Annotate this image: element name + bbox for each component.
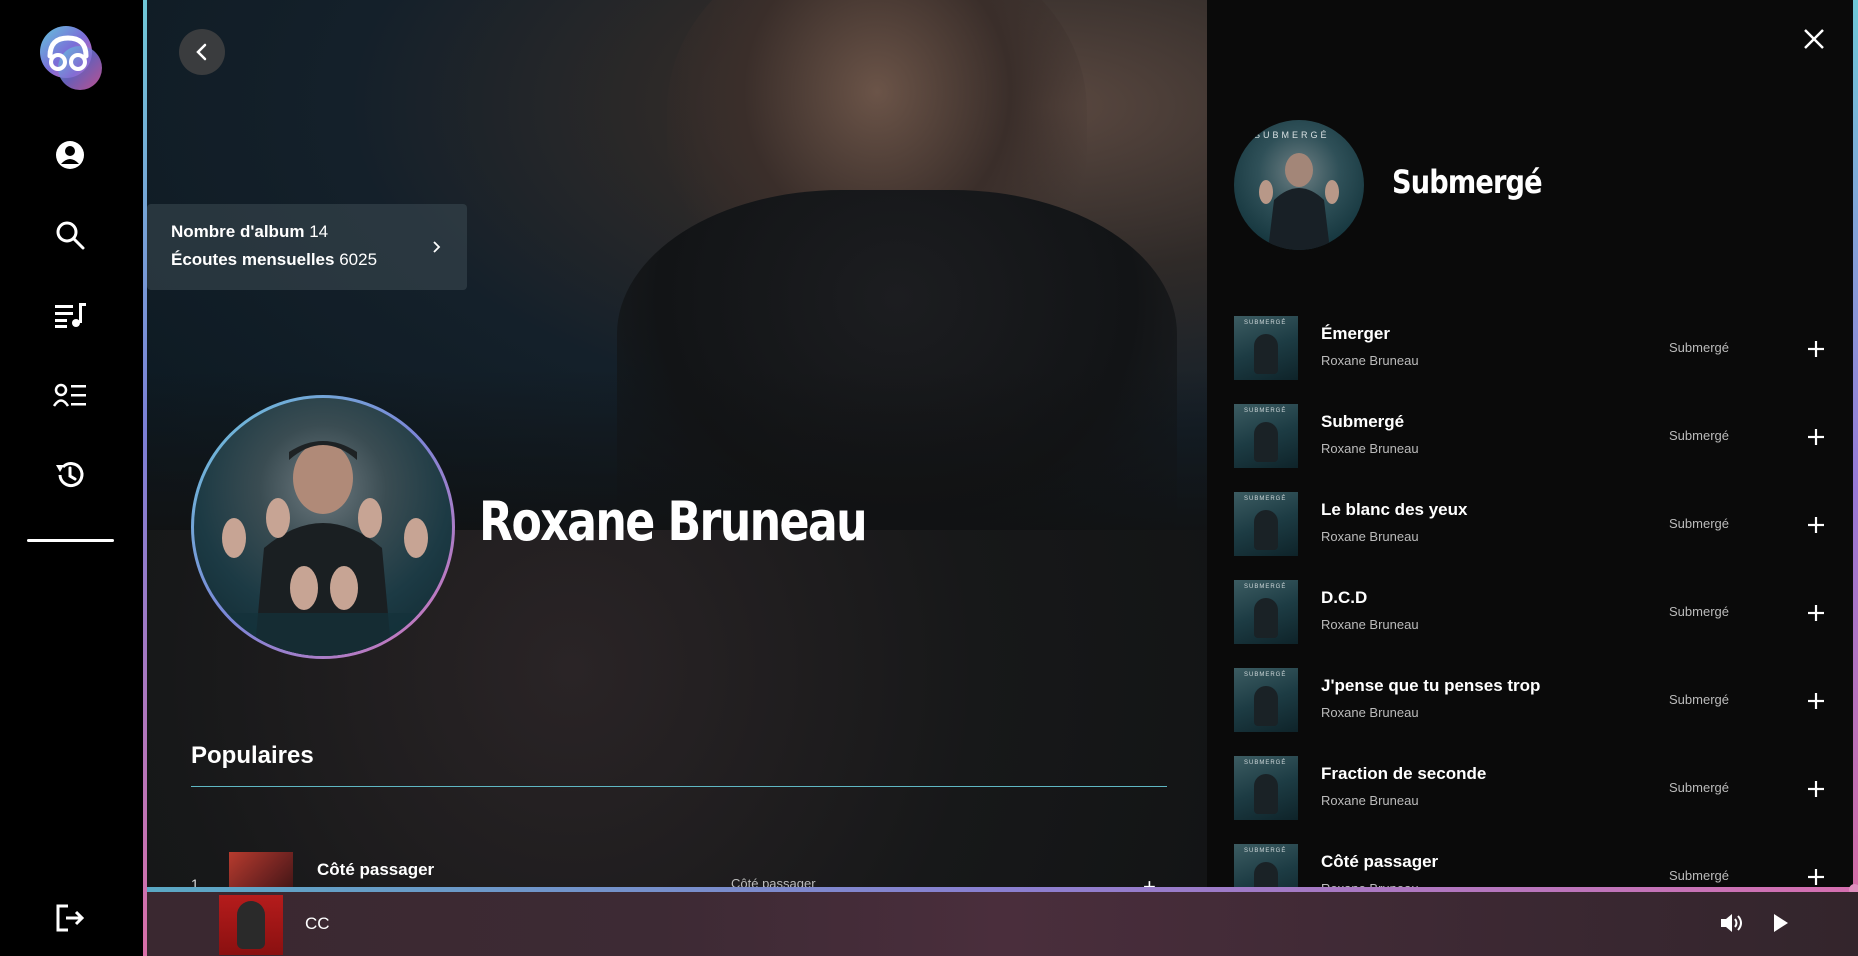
history-icon[interactable] <box>52 457 88 493</box>
track-artist[interactable]: Roxane Bruneau <box>1321 705 1419 720</box>
track-title[interactable]: J'pense que tu penses trop <box>1321 676 1540 696</box>
profile-icon[interactable] <box>52 137 88 173</box>
panel-scrollbar[interactable] <box>1853 0 1858 892</box>
volume-icon[interactable] <box>1718 910 1744 936</box>
track-album[interactable]: Submergé <box>1669 428 1729 443</box>
track-artist[interactable]: Roxane Bruneau <box>1321 353 1419 368</box>
track-artist[interactable]: Roxane Bruneau <box>1321 441 1419 456</box>
album-track-row[interactable]: SUBMERGÉ Émerger Roxane Bruneau Submergé <box>1234 316 1834 382</box>
plus-icon[interactable] <box>1805 426 1827 448</box>
track-cover-text: SUBMERGÉ <box>1244 760 1287 766</box>
track-title[interactable]: Émerger <box>1321 324 1390 344</box>
plus-icon[interactable] <box>1805 866 1827 888</box>
track-album[interactable]: Submergé <box>1669 604 1729 619</box>
track-cover-text: SUBMERGÉ <box>1244 320 1287 326</box>
track-album[interactable]: Submergé <box>1669 868 1729 883</box>
popular-track-row[interactable]: 1 Côté passager Côté passager + <box>191 852 1167 892</box>
plus-icon[interactable] <box>1805 690 1827 712</box>
artist-view: Nombre d'album 14 Écoutes mensuelles 602… <box>147 0 1207 892</box>
section-divider <box>191 786 1167 787</box>
album-panel: SUBMERGÉ Submergé SUBMERGÉ Émerger Roxane … <box>1207 0 1858 892</box>
track-title[interactable]: D.C.D <box>1321 588 1367 608</box>
track-cover: SUBMERGÉ <box>1234 492 1298 556</box>
sidebar-divider <box>27 539 114 542</box>
play-icon[interactable] <box>1767 910 1793 936</box>
track-cover <box>229 852 293 892</box>
album-track-row[interactable]: SUBMERGÉ Submergé Roxane Bruneau Submergé <box>1234 404 1834 470</box>
album-track-row[interactable]: SUBMERGÉ Le blanc des yeux Roxane Bruneau S… <box>1234 492 1834 558</box>
album-cover: SUBMERGÉ <box>1234 120 1364 250</box>
album-track-row[interactable]: SUBMERGÉ D.C.D Roxane Bruneau Submergé <box>1234 580 1834 646</box>
albums-count: Nombre d'album 14 <box>171 222 328 242</box>
track-album[interactable]: Submergé <box>1669 516 1729 531</box>
track-album[interactable]: Submergé <box>1669 780 1729 795</box>
album-title: Submergé <box>1392 163 1543 201</box>
track-title[interactable]: Côté passager <box>1321 852 1438 872</box>
close-icon[interactable] <box>1799 24 1829 54</box>
logout-icon[interactable] <box>52 900 88 936</box>
track-cover: SUBMERGÉ <box>1234 756 1298 820</box>
app-window: Nombre d'album 14 Écoutes mensuelles 602… <box>0 0 1858 956</box>
app-logo[interactable] <box>36 22 104 94</box>
artist-name: Roxane Bruneau <box>479 490 868 553</box>
back-button[interactable] <box>179 29 225 75</box>
track-cover: SUBMERGÉ <box>1234 668 1298 732</box>
now-playing-title: CC <box>305 914 330 933</box>
album-track-row[interactable]: SUBMERGÉ Fraction de seconde Roxane Brunea… <box>1234 756 1834 822</box>
search-icon[interactable] <box>52 217 88 253</box>
track-artist[interactable]: Roxane Bruneau <box>1321 529 1419 544</box>
now-playing-cover <box>219 895 283 955</box>
track-album[interactable]: Submergé <box>1669 692 1729 707</box>
track-cover-text: SUBMERGÉ <box>1244 408 1287 414</box>
track-cover-text: SUBMERGÉ <box>1244 584 1287 590</box>
track-cover-text: SUBMERGÉ <box>1244 496 1287 502</box>
track-title[interactable]: Le blanc des yeux <box>1321 500 1467 520</box>
plus-icon[interactable] <box>1805 338 1827 360</box>
track-cover: SUBMERGÉ <box>1234 844 1298 892</box>
track-title[interactable]: Fraction de seconde <box>1321 764 1486 784</box>
listeners-value: 6025 <box>339 250 378 269</box>
artists-list-icon[interactable] <box>52 377 88 413</box>
plus-icon[interactable] <box>1805 778 1827 800</box>
sidebar <box>0 0 143 956</box>
track-cover: SUBMERGÉ <box>1234 580 1298 644</box>
track-artist[interactable]: Roxane Bruneau <box>1321 617 1419 632</box>
track-title[interactable]: Submergé <box>1321 412 1404 432</box>
albums-label: Nombre d'album <box>171 222 305 241</box>
playlist-icon[interactable] <box>52 297 88 333</box>
track-cover-text: SUBMERGÉ <box>1244 672 1287 678</box>
track-cover-text: SUBMERGÉ <box>1244 848 1287 854</box>
monthly-listeners: Écoutes mensuelles 6025 <box>171 250 377 270</box>
track-album[interactable]: Submergé <box>1669 340 1729 355</box>
track-cover: SUBMERGÉ <box>1234 316 1298 380</box>
plus-icon[interactable] <box>1805 602 1827 624</box>
track-cover: SUBMERGÉ <box>1234 404 1298 468</box>
albums-value: 14 <box>309 222 329 241</box>
album-track-row[interactable]: SUBMERGÉCôté passagerRoxane BruneauSubme… <box>1234 844 1834 892</box>
album-track-row[interactable]: SUBMERGÉ J'pense que tu penses trop Roxane… <box>1234 668 1834 734</box>
track-title[interactable]: Côté passager <box>317 860 434 880</box>
chevron-left-icon <box>196 43 207 61</box>
popular-section-title: Populaires <box>191 742 314 769</box>
chevron-right-icon[interactable] <box>427 237 447 257</box>
player-bar: CC <box>147 892 1858 956</box>
listeners-label: Écoutes mensuelles <box>171 250 335 269</box>
track-artist[interactable]: Roxane Bruneau <box>1321 793 1419 808</box>
plus-icon[interactable] <box>1805 514 1827 536</box>
artist-avatar <box>191 395 455 659</box>
artist-stats-card[interactable]: Nombre d'album 14 Écoutes mensuelles 602… <box>147 204 467 290</box>
